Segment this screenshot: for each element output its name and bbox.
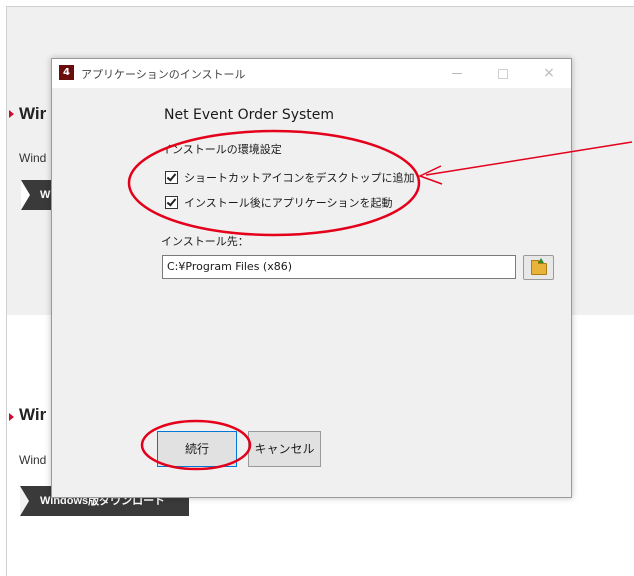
annotation-ellipse-continue [140,419,252,471]
annotation-arrowhead-icon [418,165,443,185]
annotation-ellipse-options [127,129,421,237]
annotation-overlay [127,129,633,471]
annotation-arrow-line [425,141,633,176]
